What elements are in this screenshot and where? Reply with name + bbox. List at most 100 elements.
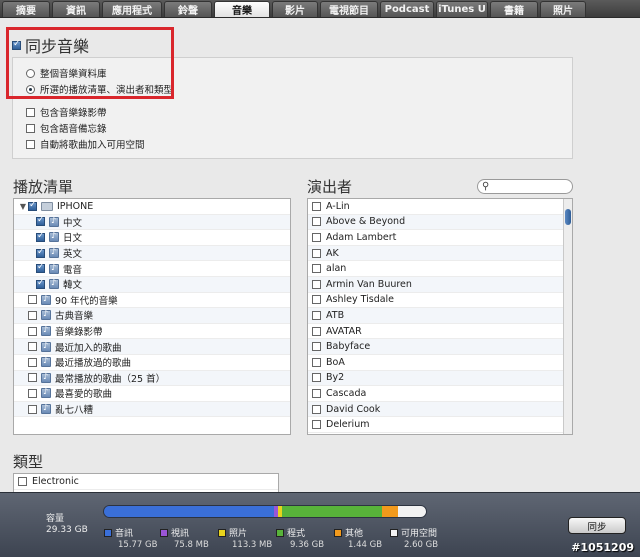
artists-scrollbar[interactable]	[563, 199, 572, 434]
artist-checkbox[interactable]	[312, 279, 321, 289]
artist-search-input[interactable]: ⚲	[477, 179, 573, 194]
playlist-row[interactable]: 古典音樂	[14, 308, 290, 324]
playlist-label: 中文	[63, 217, 83, 229]
radio-selected-playlists[interactable]: 所選的播放清單、演出者和類型	[26, 82, 173, 96]
artist-row[interactable]: AVATAR	[308, 324, 572, 340]
playlist-checkbox[interactable]	[28, 357, 37, 367]
artist-row[interactable]: Delerium	[308, 417, 572, 433]
sync-music-checkbox[interactable]: 同步音樂	[12, 33, 89, 57]
playlist-checkbox[interactable]	[36, 231, 45, 242]
tab-5[interactable]: 影片	[272, 1, 318, 17]
autofill-free-space-checkbox[interactable]: 自動將歌曲加入可用空間	[26, 137, 145, 151]
playlist-row[interactable]: 最近播放過的歌曲	[14, 355, 290, 371]
tab-10[interactable]: 照片	[540, 1, 586, 17]
tab-7[interactable]: Podcast	[380, 1, 434, 17]
artist-row[interactable]: Armin Van Buuren	[308, 276, 572, 293]
playlist-checkbox[interactable]	[28, 388, 37, 398]
artist-checkbox[interactable]	[312, 264, 321, 274]
playlist-checkbox[interactable]	[36, 262, 45, 274]
sync-button[interactable]: 同步	[568, 517, 626, 534]
artist-checkbox[interactable]	[312, 326, 321, 336]
legend-item: 程式 9.36 GB	[276, 526, 324, 550]
playlist-label: 最喜愛的歌曲	[55, 389, 113, 401]
tab-8[interactable]: iTunes U	[436, 1, 488, 17]
radio-icon[interactable]	[26, 84, 35, 94]
playlist-row[interactable]: 中文	[14, 214, 290, 231]
artist-row[interactable]: David Cook	[308, 401, 572, 418]
disclosure-triangle-icon[interactable]: ▼	[18, 202, 28, 211]
artist-row[interactable]: Cascada	[308, 386, 572, 402]
playlist-checkbox[interactable]	[28, 326, 37, 336]
checkbox-icon[interactable]	[26, 123, 35, 133]
playlist-checkbox[interactable]	[28, 310, 37, 320]
include-voice-memos-checkbox[interactable]: 包含語音備忘錄	[26, 121, 107, 135]
playlist-row[interactable]: 最近加入的歌曲	[14, 339, 290, 355]
tab-9[interactable]: 書籍	[490, 1, 538, 17]
artist-checkbox[interactable]	[312, 420, 321, 430]
playlist-row[interactable]: 日文	[14, 230, 290, 246]
playlist-icon	[41, 387, 51, 399]
playlist-row[interactable]: 最喜愛的歌曲	[14, 386, 290, 402]
checkbox-icon[interactable]	[26, 139, 35, 149]
tab-1[interactable]: 資訊	[52, 1, 100, 17]
artist-checkbox[interactable]	[312, 248, 321, 258]
artist-row[interactable]: BoA	[308, 355, 572, 371]
artist-checkbox[interactable]	[312, 388, 321, 398]
capacity-total: 29.33 GB	[46, 525, 88, 535]
playlist-icon	[41, 325, 51, 337]
playlist-checkbox[interactable]	[28, 200, 37, 211]
artist-row[interactable]: Ashley Tisdale	[308, 293, 572, 309]
checkbox-icon[interactable]	[26, 107, 35, 117]
genres-list[interactable]: Electronic	[13, 473, 279, 492]
playlist-checkbox[interactable]	[28, 373, 37, 383]
radio-entire-library[interactable]: 整個音樂資料庫	[26, 66, 107, 80]
playlist-checkbox[interactable]	[36, 278, 45, 289]
playlist-checkbox[interactable]	[28, 404, 37, 414]
tab-3[interactable]: 鈴聲	[164, 1, 212, 17]
radio-icon[interactable]	[26, 68, 35, 78]
playlist-row[interactable]: ▼ IPHONE	[14, 199, 290, 215]
playlist-row[interactable]: 90 年代的音樂	[14, 293, 290, 309]
artist-row[interactable]: Adam Lambert	[308, 230, 572, 246]
artists-list[interactable]: A-Lin Above & Beyond Adam Lambert AK alan Arm…	[307, 198, 573, 435]
playlist-checkbox[interactable]	[28, 342, 37, 352]
playlist-checkbox[interactable]	[36, 215, 45, 227]
artist-checkbox[interactable]	[312, 404, 321, 414]
playlist-row[interactable]: 亂七八糟	[14, 401, 290, 418]
artist-checkbox[interactable]	[312, 217, 321, 227]
artist-checkbox[interactable]	[312, 295, 321, 305]
playlist-row[interactable]: 最常播放的歌曲（25 首）	[14, 370, 290, 387]
playlist-row[interactable]: 電音	[14, 261, 290, 277]
include-music-videos-checkbox[interactable]: 包含音樂錄影帶	[26, 105, 107, 119]
genre-row[interactable]: Electronic	[14, 474, 278, 490]
artist-label: Babyface	[326, 341, 371, 353]
playlist-checkbox[interactable]	[36, 247, 45, 258]
artist-checkbox[interactable]	[312, 201, 321, 211]
tab-4[interactable]: 音樂	[214, 1, 270, 17]
playlist-row[interactable]: 英文	[14, 245, 290, 262]
playlist-checkbox[interactable]	[28, 295, 37, 305]
artist-row[interactable]: alan	[308, 261, 572, 277]
artist-checkbox[interactable]	[312, 310, 321, 320]
sync-music-check-icon[interactable]	[12, 39, 21, 50]
artist-checkbox[interactable]	[312, 373, 321, 383]
artist-row[interactable]: By2	[308, 370, 572, 387]
artist-row[interactable]: A-Lin	[308, 199, 572, 215]
playlist-row[interactable]: 音樂錄影帶	[14, 324, 290, 340]
artist-checkbox[interactable]	[312, 342, 321, 352]
artist-row[interactable]: AK	[308, 245, 572, 262]
music-sync-pane: 同步音樂 整個音樂資料庫 所選的播放清單、演出者和類型 包含音樂錄影帶 包含語音…	[0, 19, 640, 492]
artist-row[interactable]: Babyface	[308, 339, 572, 355]
artists-scroll-thumb[interactable]	[565, 209, 571, 225]
artist-checkbox[interactable]	[312, 357, 321, 367]
tab-2[interactable]: 應用程式	[102, 1, 162, 17]
artist-row[interactable]: Above & Beyond	[308, 214, 572, 231]
tab-6[interactable]: 電視節目	[320, 1, 378, 17]
artist-row[interactable]: ATB	[308, 308, 572, 324]
playlist-row[interactable]: 韓文	[14, 276, 290, 293]
legend-swatch	[390, 528, 398, 537]
artist-checkbox[interactable]	[312, 232, 321, 242]
playlists-list[interactable]: ▼ IPHONE 中文日文英文電音韓文 90 年代的音樂古典音樂音樂錄影帶最近加入的歌…	[13, 198, 291, 435]
tab-0[interactable]: 摘要	[2, 1, 50, 17]
genre-checkbox[interactable]	[18, 476, 27, 486]
